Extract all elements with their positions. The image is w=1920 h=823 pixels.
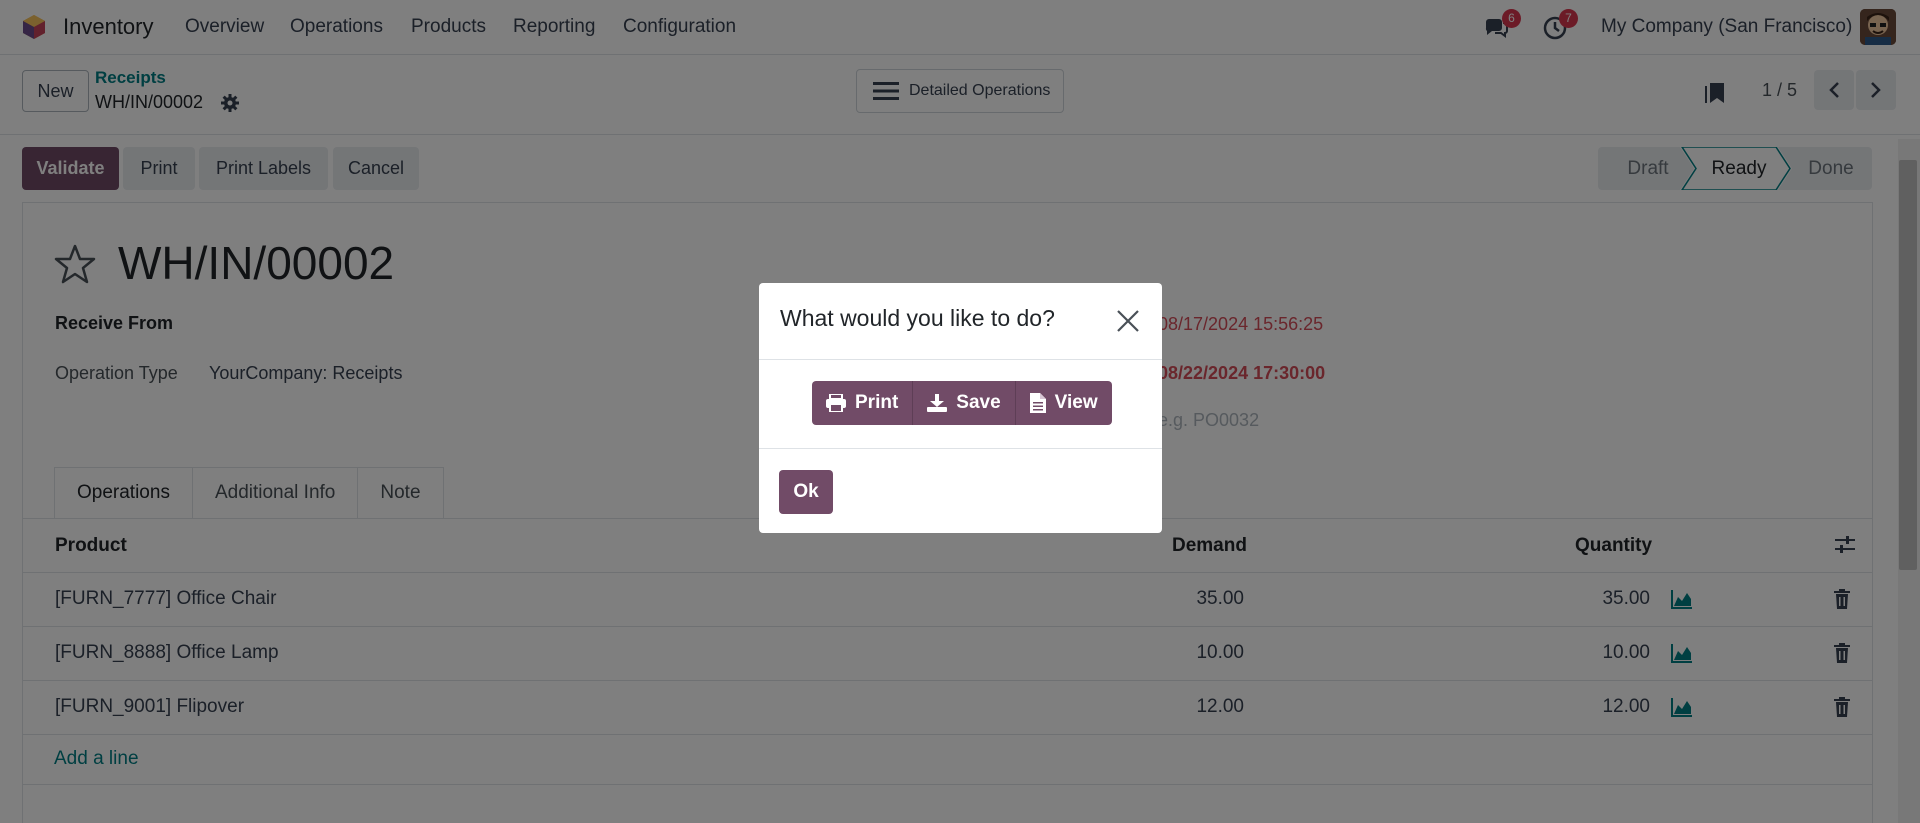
ok-button[interactable]: Ok — [779, 470, 833, 514]
printer-icon — [826, 394, 846, 412]
download-icon — [927, 394, 948, 412]
dialog-save-button[interactable]: Save — [913, 381, 1016, 425]
dialog-footer-divider — [759, 448, 1162, 449]
close-icon[interactable] — [1116, 309, 1140, 333]
dialog-print-label: Print — [855, 392, 899, 413]
dialog-title: What would you like to do? — [780, 305, 1055, 331]
action-dialog: What would you like to do? Print Save Vi… — [759, 283, 1162, 533]
document-icon — [1029, 393, 1046, 413]
dialog-view-label: View — [1054, 392, 1098, 413]
dialog-print-button[interactable]: Print — [812, 381, 914, 425]
dialog-view-button[interactable]: View — [1015, 381, 1112, 425]
report-action-group: Print Save View — [812, 381, 1112, 425]
dialog-header-divider — [759, 359, 1162, 360]
dialog-save-label: Save — [956, 392, 1001, 413]
